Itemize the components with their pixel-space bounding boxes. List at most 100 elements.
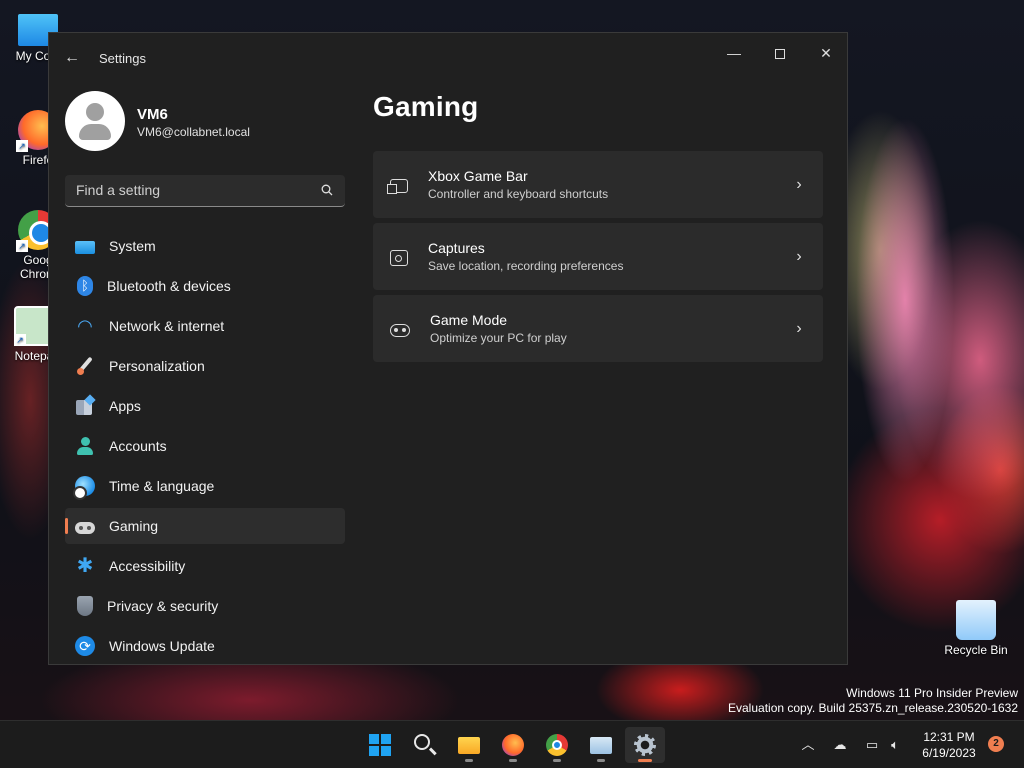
cloud-offline-icon: ☁ xyxy=(833,737,847,752)
accounts-icon xyxy=(75,436,95,456)
sidebar-item-label: Bluetooth & devices xyxy=(107,278,231,294)
shortcut-arrow-icon: ↗ xyxy=(16,240,28,252)
sidebar-item-accounts[interactable]: Accounts xyxy=(65,428,345,464)
card-title: Game Mode xyxy=(430,312,508,328)
sidebar-nav: System ᛒ Bluetooth & devices ◠ Network &… xyxy=(65,228,345,664)
running-indicator xyxy=(597,759,605,762)
clock-time: 12:31 PM xyxy=(923,730,975,744)
start-icon xyxy=(369,734,391,756)
card-title: Xbox Game Bar xyxy=(428,168,528,184)
card-captures[interactable]: Captures Save location, recording prefer… xyxy=(373,223,823,290)
taskbar-start-button[interactable] xyxy=(360,727,400,763)
running-indicator xyxy=(553,759,561,762)
sidebar-item-personalization[interactable]: Personalization xyxy=(65,348,345,384)
chevron-right-icon: › xyxy=(796,175,802,193)
close-icon: ✕ xyxy=(820,45,832,61)
chevron-right-icon: › xyxy=(796,247,802,265)
sidebar-item-privacy[interactable]: Privacy & security xyxy=(65,588,345,624)
desktop-icon-recycle-bin[interactable]: Recycle Bin xyxy=(940,600,1012,657)
gamepad-icon xyxy=(75,522,95,534)
windows-watermark: Windows 11 Pro Insider Preview Evaluatio… xyxy=(728,686,1018,716)
sidebar-item-label: Accounts xyxy=(109,438,167,454)
sidebar-item-windows-update[interactable]: ⟳ Windows Update xyxy=(65,628,345,664)
taskbar: ︿ ☁ ▭ 🔈︎ 12:31 PM 6/19/2023 2 xyxy=(0,720,1024,768)
sidebar-item-time-language[interactable]: Time & language xyxy=(65,468,345,504)
sidebar-item-label: Gaming xyxy=(109,518,159,534)
taskbar-chrome[interactable] xyxy=(537,727,577,763)
sidebar-item-label: System xyxy=(109,238,156,254)
game-mode-icon xyxy=(390,324,410,337)
file-explorer-icon xyxy=(458,737,480,754)
shortcut-arrow-icon: ↗ xyxy=(14,334,26,346)
sidebar-item-apps[interactable]: Apps xyxy=(65,388,345,424)
clock-date: 6/19/2023 xyxy=(922,746,976,760)
notification-badge[interactable]: 2 xyxy=(988,736,1004,752)
taskbar-clock[interactable]: 12:31 PM 6/19/2023 xyxy=(914,729,984,761)
sidebar-item-label: Time & language xyxy=(109,478,215,494)
update-icon: ⟳ xyxy=(75,636,95,656)
settings-window: ← Settings — ✕ VM6 VM6@collabnet.local S… xyxy=(48,32,848,665)
taskbar-settings[interactable] xyxy=(625,727,665,763)
running-indicator xyxy=(465,759,473,762)
search-box[interactable] xyxy=(65,175,345,207)
card-subtitle: Controller and keyboard shortcuts xyxy=(428,187,609,201)
running-indicator xyxy=(638,759,652,762)
sidebar-item-label: Windows Update xyxy=(109,638,215,654)
shield-icon xyxy=(77,596,93,616)
bluetooth-icon: ᛒ xyxy=(77,276,93,296)
user-name: VM6 xyxy=(137,106,168,123)
sidebar-item-bluetooth[interactable]: ᛒ Bluetooth & devices xyxy=(65,268,345,304)
back-button[interactable]: ← xyxy=(61,47,83,69)
accessibility-icon: ✱ xyxy=(76,555,94,577)
system-icon xyxy=(75,240,95,254)
search-input[interactable] xyxy=(65,175,305,205)
sidebar-item-system[interactable]: System xyxy=(65,228,345,264)
settings-icon xyxy=(634,734,656,756)
settings-cards: Xbox Game Bar Controller and keyboard sh… xyxy=(373,151,823,367)
tray-onedrive-button[interactable]: ☁ xyxy=(830,735,850,755)
title-bar[interactable]: ← Settings — ✕ xyxy=(49,33,847,81)
network-wired-icon: ▭ xyxy=(865,737,879,752)
card-game-mode[interactable]: Game Mode Optimize your PC for play › xyxy=(373,295,823,362)
sidebar-item-gaming[interactable]: Gaming xyxy=(65,508,345,544)
game-bar-icon xyxy=(387,179,408,194)
network-icon: ◠ xyxy=(77,316,93,336)
taskbar-monitor-app[interactable] xyxy=(581,727,621,763)
sidebar-item-label: Personalization xyxy=(109,358,205,374)
watermark-line-1: Windows 11 Pro Insider Preview xyxy=(846,686,1018,700)
tray-volume-button[interactable]: 🔈︎ xyxy=(885,735,905,755)
search-icon xyxy=(414,734,430,750)
search-icon[interactable] xyxy=(321,184,333,196)
running-indicator xyxy=(509,759,517,762)
page-title: Gaming xyxy=(373,91,479,122)
monitor-app-icon xyxy=(590,737,612,754)
close-button[interactable]: ✕ xyxy=(803,37,847,69)
card-xbox-game-bar[interactable]: Xbox Game Bar Controller and keyboard sh… xyxy=(373,151,823,218)
sidebar-item-label: Privacy & security xyxy=(107,598,219,614)
card-subtitle: Optimize your PC for play xyxy=(430,331,567,345)
shortcut-arrow-icon: ↗ xyxy=(16,140,28,152)
minimize-button[interactable]: — xyxy=(711,37,757,69)
chevron-up-icon: ︿ xyxy=(801,737,815,752)
taskbar-firefox[interactable] xyxy=(493,727,533,763)
taskbar-search-button[interactable] xyxy=(405,727,445,763)
sidebar-item-network[interactable]: ◠ Network & internet xyxy=(65,308,345,344)
maximize-button[interactable] xyxy=(757,37,803,69)
tray-network-button[interactable]: ▭ xyxy=(862,735,882,755)
sidebar-item-accessibility[interactable]: ✱ Accessibility xyxy=(65,548,345,584)
taskbar-file-explorer[interactable] xyxy=(449,727,489,763)
chrome-icon xyxy=(546,734,568,756)
speaker-icon: 🔈︎ xyxy=(891,737,899,752)
avatar[interactable] xyxy=(65,91,125,151)
card-title: Captures xyxy=(428,240,485,256)
sidebar-item-label: Network & internet xyxy=(109,318,225,334)
minimize-icon: — xyxy=(727,45,741,61)
user-email: VM6@collabnet.local xyxy=(137,125,250,139)
sidebar-item-label: Accessibility xyxy=(109,558,186,574)
tray-overflow-button[interactable]: ︿ xyxy=(798,735,818,755)
apps-icon xyxy=(75,396,95,416)
arrow-left-icon: ← xyxy=(64,49,80,66)
globe-clock-icon xyxy=(73,476,95,500)
brush-icon xyxy=(75,356,95,376)
desktop-icon-label: Recycle Bin xyxy=(944,643,1008,657)
